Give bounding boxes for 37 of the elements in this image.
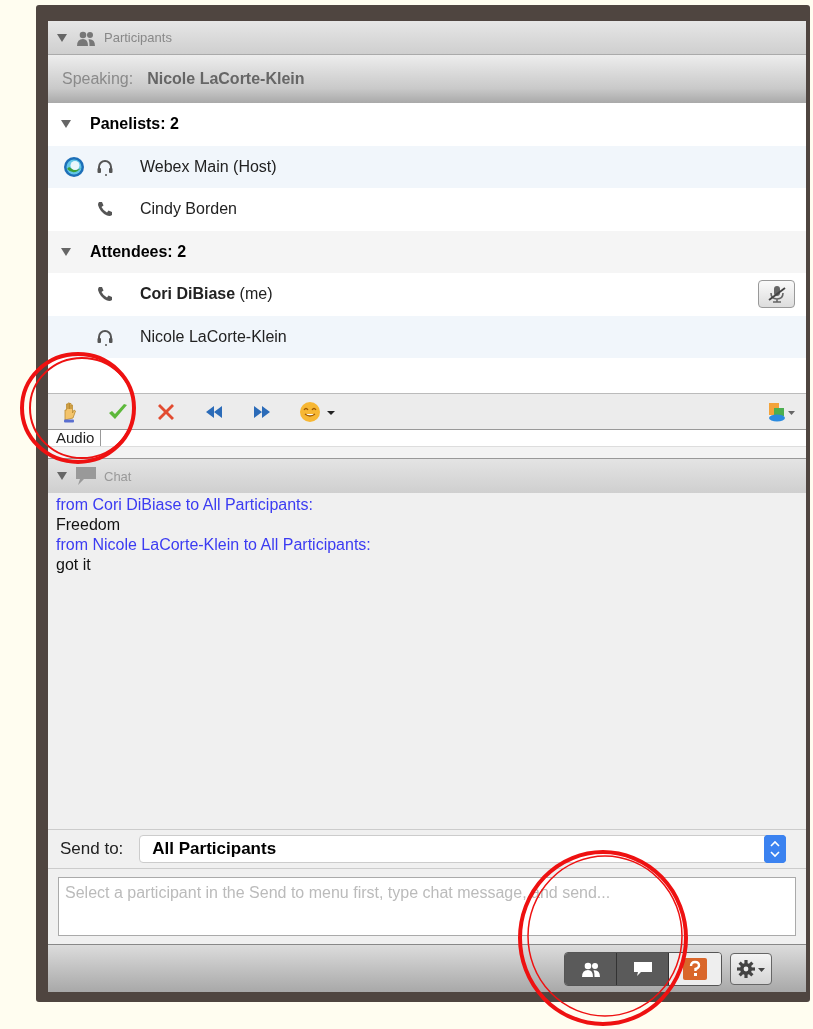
message-text: got it: [56, 555, 92, 575]
stepper-icon[interactable]: [764, 835, 786, 863]
speaking-label: Speaking:: [62, 70, 134, 88]
message-sender: from Cori DiBiase to All Participants:: [56, 495, 314, 515]
panel-title: Chat: [104, 468, 132, 484]
group-label: Panelists: 2: [90, 115, 179, 134]
people-icon: [580, 960, 601, 977]
send-to-label: Send to:: [60, 839, 124, 859]
participant-name: Webex Main (Host): [140, 157, 277, 176]
speech-bubble-icon: [632, 960, 653, 977]
group-label: Attendees: 2: [90, 242, 187, 261]
gear-icon: [735, 957, 767, 980]
participant-name: Cori DiBiase (me): [140, 285, 273, 304]
collapse-triangle-icon[interactable]: [56, 471, 68, 481]
message-text: Freedom: [56, 515, 122, 535]
emoji-menu-icon[interactable]: [298, 399, 336, 424]
people-icon: [76, 29, 96, 46]
speaker-name: Nicole LaCorte-Klein: [147, 70, 305, 88]
participants-toggle-button[interactable]: [565, 952, 617, 985]
recipient-dropdown[interactable]: All Participants: [139, 835, 786, 863]
message-sender: from Nicole LaCorte-Klein to All Participants:: [56, 535, 372, 555]
expand-triangle-icon[interactable]: [60, 119, 72, 130]
participant-row[interactable]: Nicole LaCorte-Klein: [48, 315, 806, 358]
question-mark-icon: [683, 957, 707, 980]
participant-row[interactable]: Webex Main (Host): [48, 145, 806, 188]
speech-bubble-icon: [74, 466, 98, 486]
participant-row[interactable]: Cindy Borden: [48, 188, 806, 231]
participant-row[interactable]: Cori DiBiase (me): [48, 273, 806, 316]
mute-button[interactable]: [758, 280, 795, 308]
panel-title: Participants: [104, 30, 172, 45]
expand-triangle-icon[interactable]: [60, 246, 72, 257]
splitter-bar[interactable]: [48, 447, 806, 459]
participant-name: Nicole LaCorte-Klein: [140, 327, 287, 346]
settings-button[interactable]: [730, 952, 772, 985]
participant-name: Cindy Borden: [140, 200, 237, 219]
collapse-triangle-icon[interactable]: [56, 32, 68, 43]
chat-toggle-button[interactable]: [617, 952, 669, 985]
